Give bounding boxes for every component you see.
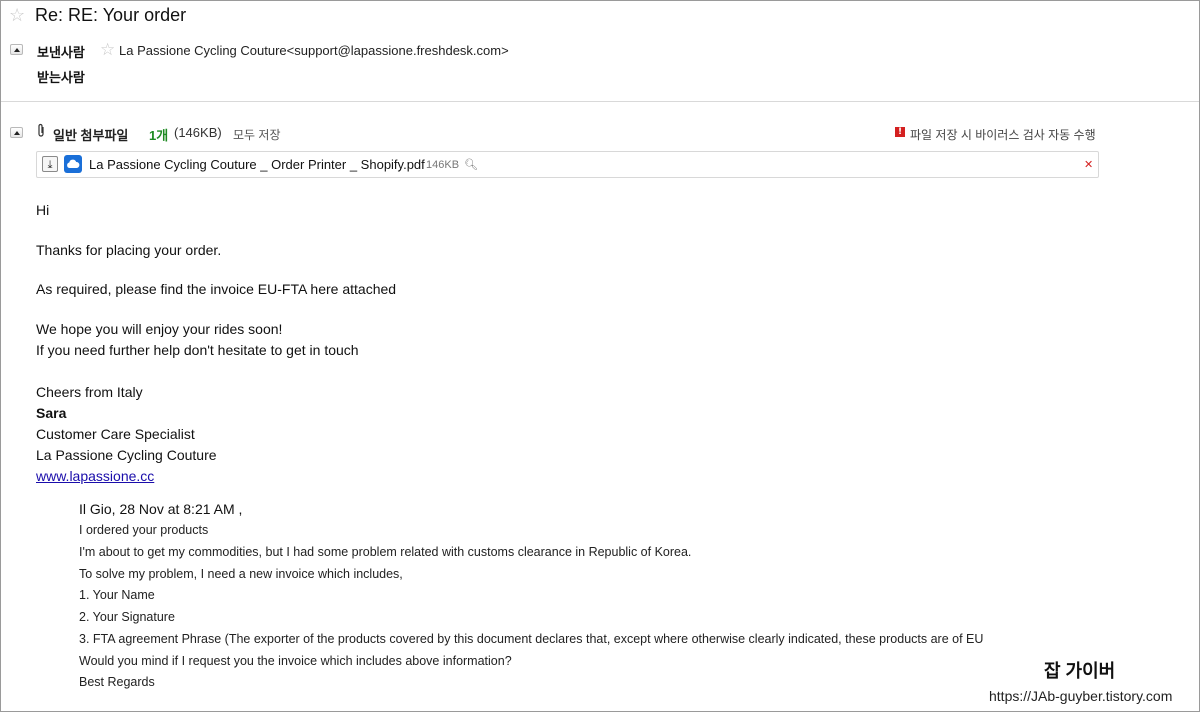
quoted-line: 1. Your Name [79,588,155,602]
body-line-1: Thanks for placing your order. [36,242,222,258]
sender-star-icon[interactable]: ☆ [100,41,115,59]
preview-magnifier-icon[interactable]: 🔍︎ [464,158,478,171]
from-label: 보낸사람 [37,45,85,60]
collapse-triangle-icon [13,47,20,52]
sender-address[interactable]: La Passione Cycling Couture<support@lapa… [119,43,509,58]
attachment-count: 1개 [149,128,169,143]
attachment-file-row: ⤓ La Passione Cycling Couture _ Order Pr… [36,151,1099,178]
cloud-save-icon[interactable] [64,155,82,173]
attachment-file-name[interactable]: La Passione Cycling Couture _ Order Prin… [89,157,425,172]
to-label: 받는사람 [37,70,85,85]
quoted-line: 2. Your Signature [79,610,175,624]
attachment-total-size: (146KB) [174,125,222,140]
download-icon[interactable]: ⤓ [42,156,58,172]
virus-scan-notice: 파일 저장 시 바이러스 검사 자동 수행 [910,128,1096,142]
quoted-line: I'm about to get my commodities, but I h… [79,545,692,559]
sender-collapse-toggle[interactable] [10,44,23,55]
attachment-collapse-toggle[interactable] [10,127,23,138]
warning-icon: ! [895,127,905,137]
attachment-file-size: 146KB [426,159,460,171]
body-greeting: Hi [36,202,50,218]
paperclip-icon [36,123,46,139]
signature-name: Sara [36,405,67,421]
signature-cheers: Cheers from Italy [36,384,143,400]
header-divider [1,101,1199,102]
quoted-line: I ordered your products [79,523,209,537]
body-line-4: If you need further help don't hesitate … [36,342,359,358]
star-icon[interactable]: ☆ [9,6,25,24]
collapse-triangle-icon [13,130,20,135]
save-all-link[interactable]: 모두 저장 [233,126,281,143]
quoted-line: Best Regards [79,675,155,689]
remove-attachment-icon[interactable]: ✕ [1084,158,1093,171]
signature-company: La Passione Cycling Couture [36,447,217,463]
attachment-title: 일반 첨부파일 [53,128,129,143]
body-line-2: As required, please find the invoice EU-… [36,281,397,297]
quoted-line: Would you mind if I request you the invo… [79,654,512,668]
watermark-title: 잡 가이버 [1044,661,1116,681]
signature-title: Customer Care Specialist [36,426,195,442]
watermark-url: https://JAb-guyber.tistory.com [989,688,1173,704]
quoted-header: Il Gio, 28 Nov at 8:21 AM , [79,501,243,517]
signature-website-link[interactable]: www.lapassione.cc [36,468,154,484]
body-line-3: We hope you will enjoy your rides soon! [36,321,283,337]
quoted-line: To solve my problem, I need a new invoic… [79,567,403,581]
quoted-line: 3. FTA agreement Phrase (The exporter of… [79,632,984,646]
email-window: ☆ Re: RE: Your order 보낸사람 ☆ La Passione … [0,0,1200,712]
email-subject: Re: RE: Your order [35,5,187,25]
